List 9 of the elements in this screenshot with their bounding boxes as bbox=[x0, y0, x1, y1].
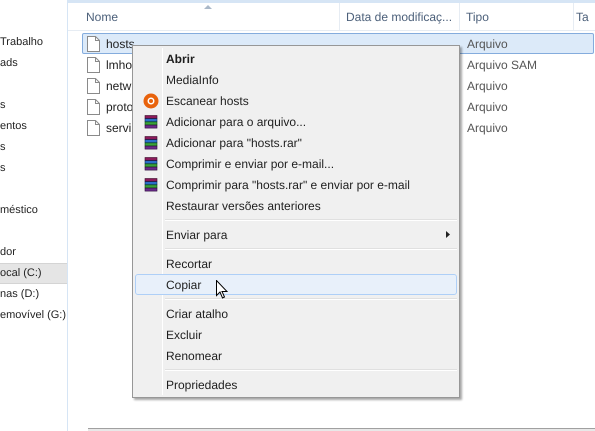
file-type: Arquivo bbox=[467, 78, 508, 94]
file-name: netw bbox=[106, 78, 132, 94]
file-type: Arquivo bbox=[467, 36, 508, 52]
file-type: Arquivo SAM bbox=[467, 56, 538, 74]
file-name: lmho bbox=[106, 56, 132, 74]
file-name: servi bbox=[106, 120, 132, 136]
file-type: Arquivo bbox=[467, 120, 508, 136]
file-name: proto bbox=[106, 98, 134, 116]
file-type: Arquivo bbox=[467, 98, 508, 116]
